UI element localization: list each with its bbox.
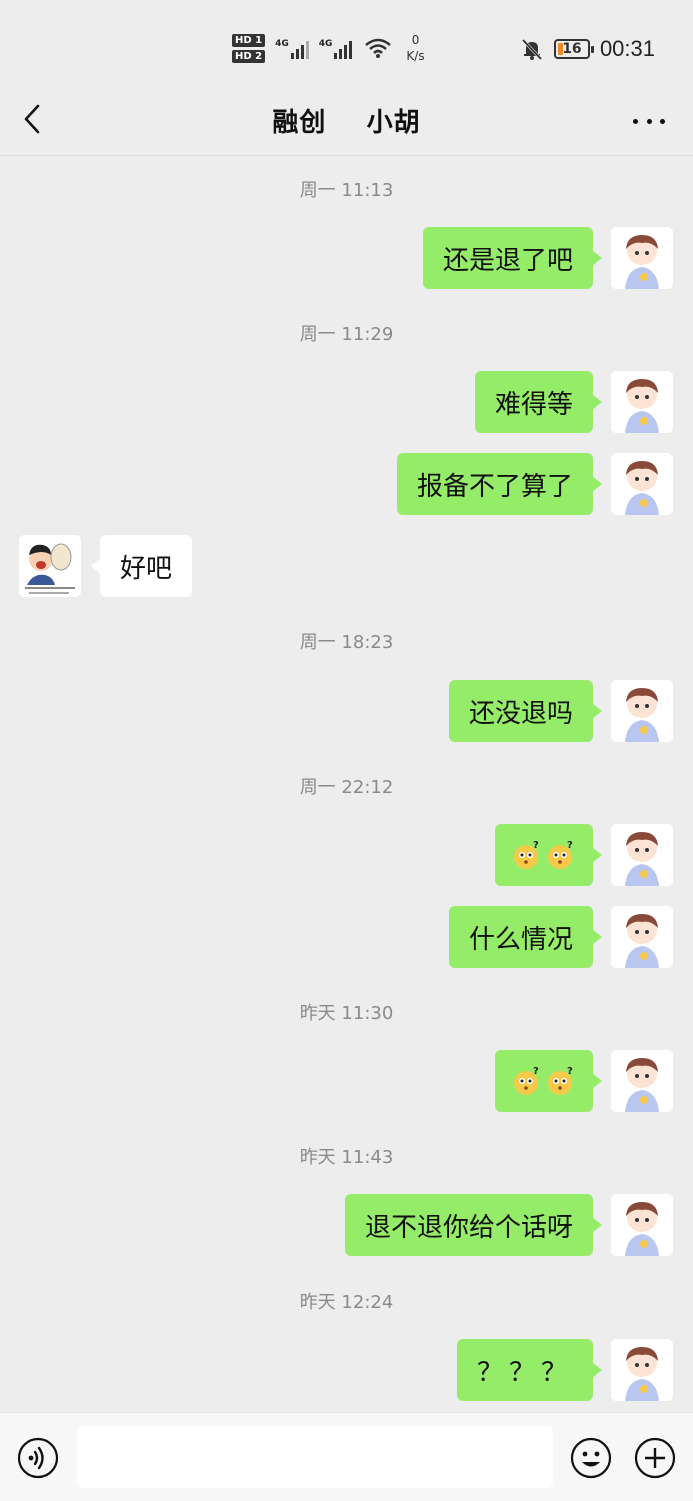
svg-text:?: ? [567,840,573,851]
my-avatar[interactable] [611,906,673,968]
chat-title: 融创 小胡 [272,108,421,138]
avatar-boy-icon [611,906,673,968]
my-message-bubble[interactable]: 还没退吗 [448,680,603,742]
plus-icon [634,1437,676,1479]
contact-avatar[interactable] [19,535,81,597]
avatar-boy-icon [611,824,673,886]
timestamp: 周一 11:29 [299,324,394,345]
net-speed-unit: K/s [406,49,425,63]
my-avatar[interactable] [611,824,673,886]
my-avatar[interactable] [611,371,673,433]
my-avatar[interactable] [611,680,673,742]
my-message-bubble[interactable]: 难得等 [474,371,603,433]
svg-text:?: ? [533,840,539,851]
message-text: 什么情况 [468,924,573,955]
timestamp: 昨天 11:43 [299,1147,394,1168]
hd-badge-2: HD 2 [232,49,266,63]
battery-level: 16 [562,41,582,57]
confused-emoji-icon: ? [514,840,539,869]
my-avatar[interactable] [611,227,673,289]
avatar-boy-icon [611,227,673,289]
clock: 00:31 [599,36,655,61]
my-message-bubble[interactable]: 报备不了算了 [396,453,603,515]
my-message-bubble[interactable]: ？？？ [456,1339,603,1401]
message-text: 报备不了算了 [416,471,573,502]
message-text: 退不退你给个话呀 [364,1212,573,1243]
avatar-boy-icon [611,371,673,433]
timestamp: 周一 22:12 [299,777,394,798]
message-input[interactable] [77,1426,553,1488]
message-text: ？？？ [476,1357,573,1388]
header-divider [0,155,693,156]
net-speed: 0 K/s [406,32,424,64]
wifi-icon [365,38,392,58]
message-text: 好吧 [120,553,173,584]
status-right: 16 00:31 [520,36,655,62]
timestamp: 周一 18:23 [299,632,394,653]
input-bar [0,1412,693,1501]
avatar-boy-icon [611,680,673,742]
my-emoji-bubble[interactable]: ? ? [495,1050,602,1112]
confused-emoji-pair: ? ? [511,1065,577,1097]
chat-header: 融创 小胡 [0,88,693,156]
status-left: HD 1 HD 2 4G 4G 0 K/s [232,32,425,64]
message-text: 还没退吗 [468,698,573,729]
svg-text:?: ? [533,1066,539,1077]
signal-icon-2: 4G [319,37,353,59]
avatar-boy-icon [611,1339,673,1401]
confused-emoji-icon: ? [548,1066,573,1095]
confused-emoji-icon: ? [514,1066,539,1095]
hd-badges: HD 1 HD 2 [232,33,266,63]
contact-message-bubble[interactable]: 好吧 [90,535,193,597]
timestamp: 周一 11:13 [299,180,394,201]
hd-badge-1: HD 1 [232,33,266,47]
net-speed-value: 0 [411,33,420,47]
battery-icon: 16 [553,39,594,59]
my-emoji-bubble[interactable]: ? ? [495,824,602,886]
confused-emoji-icon: ? [548,840,573,869]
confused-emoji-pair: ? ? [511,839,577,871]
message-text: 还是退了吧 [442,245,573,276]
my-avatar[interactable] [611,453,673,515]
my-message-bubble[interactable]: 还是退了吧 [422,227,603,289]
avatar-boy-icon [611,1050,673,1112]
more-button[interactable] [633,106,665,136]
my-message-bubble[interactable]: 什么情况 [448,906,603,968]
avatar-cartoon-man-icon [19,535,81,597]
plus-button[interactable] [634,1437,676,1479]
timestamp: 昨天 11:30 [299,1003,394,1024]
signal-icon: 4G [275,37,309,59]
avatar-boy-icon [611,453,673,515]
net-label-2: 4G [318,39,333,49]
avatar-boy-icon [611,1194,673,1256]
timestamp: 昨天 12:24 [299,1292,394,1313]
mute-bell-icon [521,38,543,61]
my-avatar[interactable] [611,1050,673,1112]
voice-icon [17,1437,59,1479]
status-bar: HD 1 HD 2 4G 4G 0 K/s 16 00:31 [0,0,693,100]
more-dots-icon [633,118,638,124]
emoji-button[interactable] [570,1437,612,1479]
my-avatar[interactable] [611,1194,673,1256]
message-text: 难得等 [494,389,573,420]
my-message-bubble[interactable]: 退不退你给个话呀 [344,1194,603,1256]
net-label-1: 4G [275,39,289,49]
my-avatar[interactable] [611,1339,673,1401]
voice-button[interactable] [17,1437,59,1479]
svg-text:?: ? [567,1066,573,1077]
emoji-icon [570,1437,612,1479]
